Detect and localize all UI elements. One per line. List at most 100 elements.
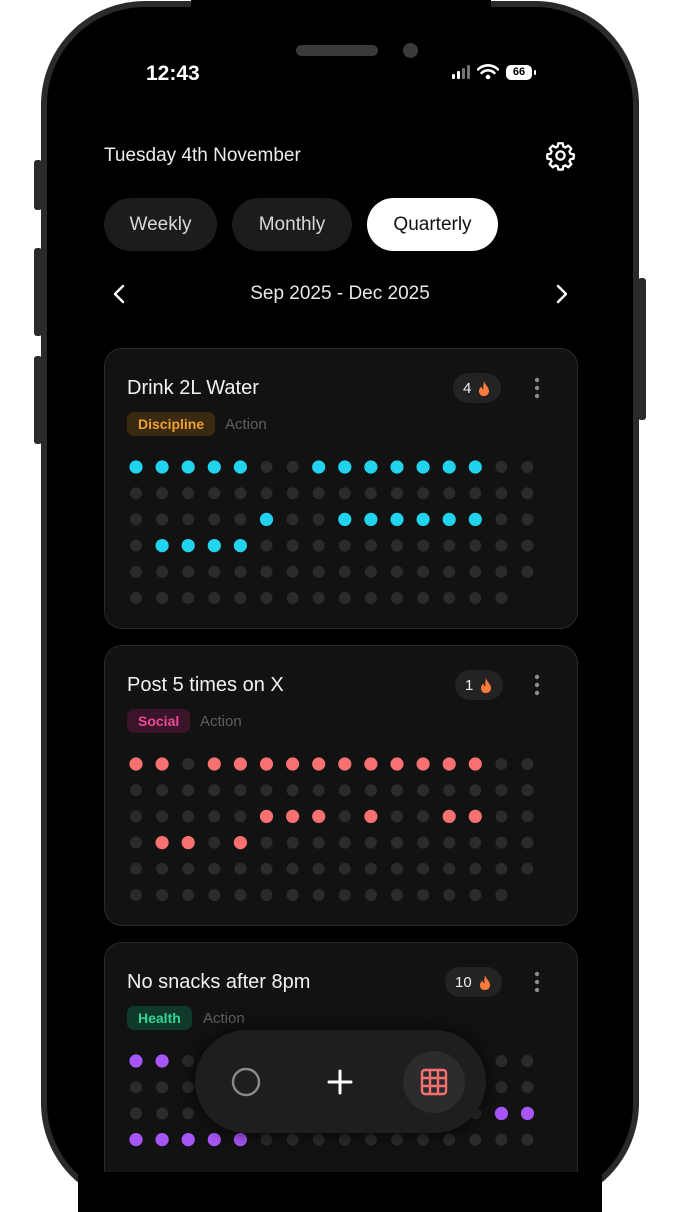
empty-day-dot bbox=[469, 889, 482, 901]
more-options-icon[interactable] bbox=[533, 377, 541, 399]
completed-day-dot bbox=[442, 512, 456, 526]
empty-day-dot bbox=[417, 565, 430, 578]
empty-day-dot bbox=[130, 889, 142, 901]
empty-day-dot bbox=[364, 784, 377, 797]
empty-day-dot bbox=[260, 1133, 273, 1146]
empty-day-dot bbox=[495, 862, 508, 875]
empty-day-dot bbox=[286, 836, 299, 849]
empty-day-dot bbox=[182, 889, 195, 901]
today-view-button[interactable] bbox=[215, 1051, 277, 1113]
empty-day-dot bbox=[391, 836, 403, 849]
empty-day-dot bbox=[417, 1133, 430, 1146]
completed-day-dot bbox=[233, 460, 247, 474]
habit-card[interactable]: Drink 2L Water 4 Discipline Action bbox=[104, 348, 578, 629]
completed-day-dot bbox=[442, 757, 456, 771]
streak-count: 1 bbox=[465, 676, 474, 694]
empty-day-dot bbox=[443, 1133, 456, 1146]
habit-card[interactable]: Post 5 times on X 1 Social Action bbox=[104, 645, 578, 926]
empty-day-dot bbox=[182, 565, 195, 578]
empty-day-dot bbox=[364, 836, 377, 849]
completed-day-dot bbox=[312, 809, 326, 823]
empty-day-dot bbox=[208, 862, 221, 875]
completed-day-dot bbox=[155, 460, 169, 474]
empty-day-dot bbox=[156, 810, 169, 823]
circle-icon bbox=[231, 1067, 261, 1097]
empty-day-dot bbox=[286, 1133, 299, 1146]
streak-badge: 4 bbox=[453, 373, 502, 403]
streak-badge: 1 bbox=[455, 670, 504, 700]
empty-day-dot bbox=[364, 487, 377, 500]
completed-day-dot bbox=[129, 460, 143, 474]
plus-icon bbox=[327, 1069, 353, 1095]
empty-day-dot bbox=[130, 539, 142, 552]
habit-dot-grid bbox=[129, 757, 534, 901]
empty-day-dot bbox=[364, 539, 377, 552]
empty-day-dot bbox=[312, 784, 325, 797]
empty-day-dot bbox=[156, 1081, 169, 1094]
completed-day-dot bbox=[364, 460, 378, 474]
habit-type-label: Action bbox=[203, 1010, 245, 1027]
completed-day-dot bbox=[364, 512, 378, 526]
battery-indicator: 66 bbox=[506, 64, 536, 80]
empty-day-dot bbox=[469, 592, 482, 604]
habit-title: Drink 2L Water bbox=[127, 377, 259, 399]
habit-dot-grid bbox=[129, 460, 534, 604]
empty-day-dot bbox=[286, 513, 299, 526]
habit-title: No snacks after 8pm bbox=[127, 971, 311, 993]
empty-day-dot bbox=[391, 539, 403, 552]
completed-day-dot bbox=[181, 836, 195, 850]
more-options-icon[interactable] bbox=[533, 971, 541, 993]
cellular-signal-icon bbox=[452, 65, 470, 79]
empty-day-dot bbox=[182, 810, 195, 823]
add-habit-button[interactable] bbox=[309, 1051, 371, 1113]
empty-day-dot bbox=[260, 784, 273, 797]
settings-gear-icon[interactable] bbox=[545, 140, 576, 171]
empty-day-dot bbox=[234, 592, 247, 604]
completed-day-dot bbox=[181, 1133, 195, 1147]
more-options-icon[interactable] bbox=[533, 674, 541, 696]
empty-day-dot bbox=[338, 539, 351, 552]
empty-day-dot bbox=[338, 889, 351, 901]
completed-day-dot bbox=[442, 809, 456, 823]
empty-day-dot bbox=[286, 592, 299, 604]
empty-day-dot bbox=[338, 862, 351, 875]
empty-day-dot bbox=[521, 862, 534, 875]
next-period-chevron-icon[interactable] bbox=[549, 282, 573, 306]
completed-day-dot bbox=[259, 512, 274, 526]
empty-day-dot bbox=[156, 513, 169, 526]
completed-day-dot bbox=[129, 757, 143, 771]
empty-day-dot bbox=[260, 539, 273, 552]
tab-quarterly[interactable]: Quarterly bbox=[367, 198, 498, 251]
empty-day-dot bbox=[208, 836, 221, 849]
tab-weekly[interactable]: Weekly bbox=[104, 198, 217, 251]
empty-day-dot bbox=[391, 565, 403, 578]
empty-day-dot bbox=[234, 862, 247, 875]
bottom-action-bar bbox=[195, 1030, 486, 1133]
empty-day-dot bbox=[312, 889, 325, 901]
completed-day-dot bbox=[155, 757, 169, 771]
completed-day-dot bbox=[155, 836, 169, 850]
empty-day-dot bbox=[234, 565, 247, 578]
empty-day-dot bbox=[364, 592, 377, 604]
empty-day-dot bbox=[234, 889, 247, 901]
empty-day-dot bbox=[495, 539, 508, 552]
empty-day-dot bbox=[417, 592, 430, 604]
grid-view-button[interactable] bbox=[403, 1051, 465, 1113]
empty-day-dot bbox=[391, 784, 403, 797]
empty-day-dot bbox=[208, 889, 221, 901]
empty-day-dot bbox=[286, 461, 299, 473]
completed-day-dot bbox=[468, 757, 482, 771]
empty-day-dot bbox=[208, 487, 221, 500]
completed-day-dot bbox=[468, 512, 482, 526]
tab-monthly[interactable]: Monthly bbox=[232, 198, 352, 251]
empty-day-dot bbox=[286, 565, 299, 578]
period-range-label: Sep 2025 - Dec 2025 bbox=[250, 283, 430, 304]
completed-day-dot bbox=[181, 539, 195, 553]
flame-icon bbox=[479, 974, 490, 990]
empty-day-dot bbox=[182, 592, 195, 604]
empty-day-dot bbox=[338, 565, 351, 578]
empty-day-dot bbox=[182, 862, 195, 875]
completed-day-dot bbox=[259, 757, 274, 771]
empty-day-dot bbox=[338, 487, 351, 500]
previous-period-chevron-icon[interactable] bbox=[108, 282, 132, 306]
